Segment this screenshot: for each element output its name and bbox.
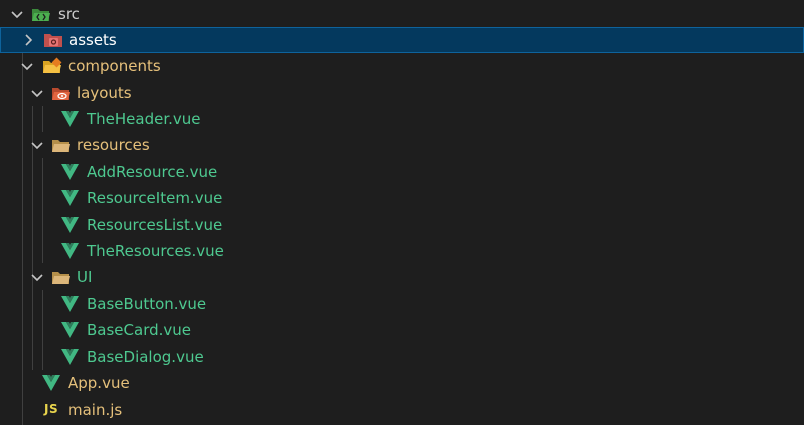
- chevron-down-icon[interactable]: [29, 269, 45, 285]
- chevron-down-icon[interactable]: [19, 58, 35, 74]
- tree-item-label: BaseCard.vue: [87, 321, 191, 339]
- tree-item-main-js[interactable]: JS main.js: [0, 397, 804, 423]
- tree-item-src[interactable]: src: [0, 1, 804, 27]
- tree-item-label: BaseButton.vue: [87, 295, 207, 313]
- tree-item-label: TheResources.vue: [87, 242, 224, 260]
- tree-item-assets[interactable]: assets: [0, 27, 804, 53]
- vue-file-icon: [61, 190, 79, 206]
- vue-file-icon: [61, 243, 79, 259]
- tree-item-base-button[interactable]: BaseButton.vue: [0, 291, 804, 317]
- tree-item-label: ResourcesList.vue: [87, 216, 223, 234]
- tree-item-label: assets: [69, 31, 117, 49]
- file-explorer-tree: src assets components layouts TheHeader.…: [0, 0, 804, 425]
- tree-item-label: src: [58, 5, 80, 23]
- folder-open-icon: [52, 140, 70, 152]
- tree-item-add-resource[interactable]: AddResource.vue: [0, 159, 804, 185]
- vue-file-icon: [42, 375, 60, 391]
- folder-src-open-icon: [32, 9, 50, 21]
- tree-item-label: main.js: [68, 401, 123, 419]
- vue-file-icon: [61, 296, 79, 312]
- js-file-icon: JS: [44, 402, 59, 416]
- tree-item-the-header[interactable]: TheHeader.vue: [0, 106, 804, 132]
- tree-item-the-resources[interactable]: TheResources.vue: [0, 238, 804, 264]
- tree-item-label: App.vue: [68, 374, 130, 392]
- folder-assets-icon: [44, 34, 62, 47]
- tree-item-label: AddResource.vue: [87, 163, 218, 181]
- tree-item-label: TheHeader.vue: [87, 110, 201, 128]
- tree-item-label: UI: [77, 268, 93, 286]
- chevron-down-icon[interactable]: [29, 137, 45, 153]
- tree-item-resources-list[interactable]: ResourcesList.vue: [0, 212, 804, 238]
- vue-file-icon: [61, 349, 79, 365]
- chevron-right-icon[interactable]: [20, 32, 36, 48]
- folder-open-icon: [52, 272, 70, 284]
- vue-file-icon: [61, 322, 79, 338]
- tree-item-ui[interactable]: UI: [0, 264, 804, 290]
- tree-item-layouts[interactable]: layouts: [0, 80, 804, 106]
- vue-file-icon: [61, 164, 79, 180]
- tree-item-components[interactable]: components: [0, 53, 804, 79]
- tree-item-app-vue[interactable]: App.vue: [0, 370, 804, 396]
- tree-item-label: ResourceItem.vue: [87, 189, 223, 207]
- tree-item-label: BaseDialog.vue: [87, 348, 204, 366]
- chevron-down-icon[interactable]: [29, 85, 45, 101]
- chevron-down-icon[interactable]: [9, 6, 25, 22]
- tree-item-resources[interactable]: resources: [0, 132, 804, 158]
- tree-item-label: components: [68, 57, 161, 75]
- folder-layouts-open-icon: [52, 88, 70, 100]
- tree-item-base-card[interactable]: BaseCard.vue: [0, 317, 804, 343]
- tree-item-label: resources: [77, 136, 150, 154]
- vue-file-icon: [61, 217, 79, 233]
- tree-item-base-dialog[interactable]: BaseDialog.vue: [0, 344, 804, 370]
- folder-components-open-icon: [43, 57, 62, 73]
- tree-item-label: layouts: [77, 84, 132, 102]
- tree-item-resource-item[interactable]: ResourceItem.vue: [0, 185, 804, 211]
- vue-file-icon: [61, 111, 79, 127]
